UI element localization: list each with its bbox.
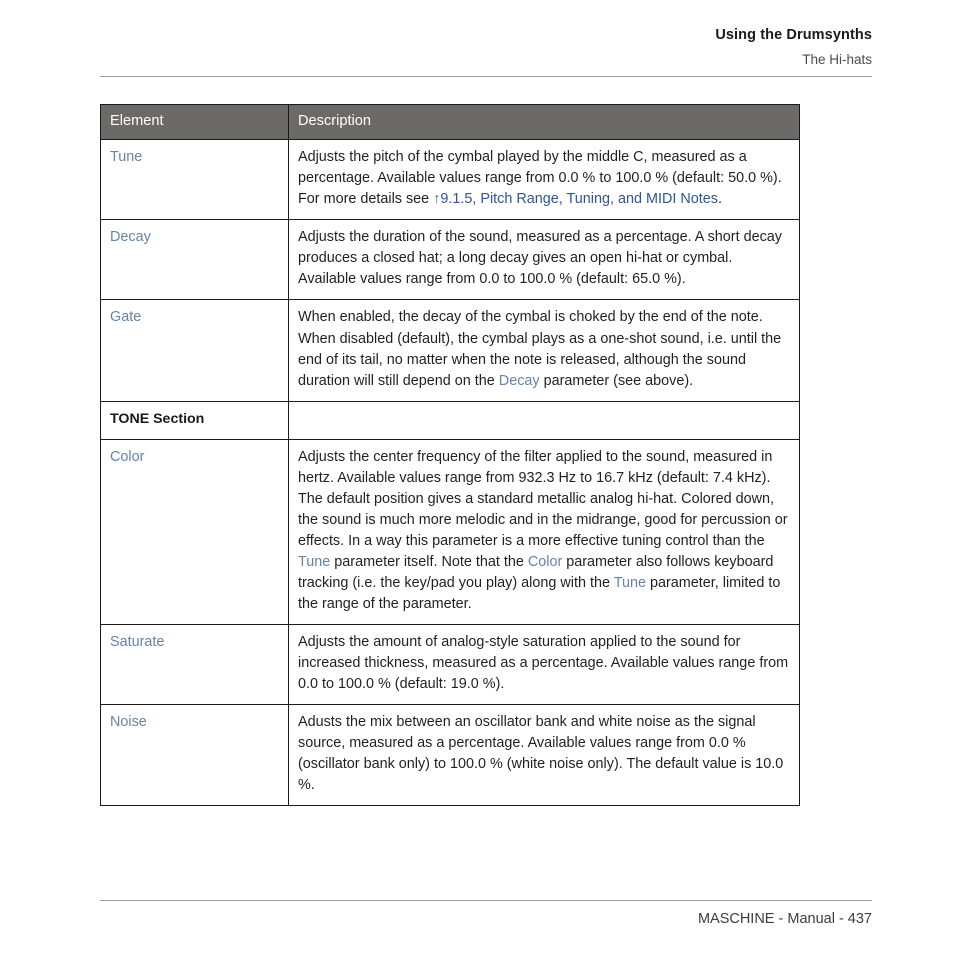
footer-divider — [100, 900, 872, 901]
section-title: The Hi-hats — [802, 52, 872, 68]
chapter-title: Using the Drumsynths — [715, 27, 872, 43]
table-row: Decay Adjusts the duration of the sound, … — [100, 219, 800, 301]
table-row: Color Adjusts the center frequency of the… — [100, 438, 800, 625]
cross-reference-link[interactable]: ↑9.1.5, Pitch Range, Tuning, and MIDI No… — [433, 191, 718, 207]
parameter-link[interactable]: Tune — [614, 575, 646, 591]
section-heading-cell: TONE Section — [100, 400, 289, 440]
element-name-cell[interactable]: Noise — [100, 703, 289, 807]
parameter-table: Element Description Tune Adjusts the pitc… — [100, 103, 800, 807]
running-head: Using the Drumsynths The Hi-hats — [100, 26, 872, 69]
footer-text: MASCHINE - Manual - 437 — [697, 911, 872, 927]
description-cell — [288, 400, 800, 440]
table-row: Saturate Adjusts the amount of analog-sty… — [100, 623, 800, 705]
element-name-cell[interactable]: Saturate — [100, 623, 289, 705]
parameter-link[interactable]: Decay — [499, 373, 540, 389]
table-body: Tune Adjusts the pitch of the cymbal play… — [100, 139, 800, 807]
column-header-element: Element — [100, 103, 289, 141]
table-row: Tune Adjusts the pitch of the cymbal play… — [100, 139, 800, 221]
element-name-cell[interactable]: Tune — [100, 139, 289, 221]
column-header-description: Description — [288, 103, 800, 141]
description-cell: Adusts the mix between an oscillator ban… — [288, 703, 800, 807]
parameter-link[interactable]: Color — [528, 554, 562, 570]
parameter-link[interactable]: Tune — [298, 554, 330, 570]
table-header-row: Element Description — [100, 103, 800, 141]
element-name-cell[interactable]: Decay — [100, 219, 289, 301]
description-cell: When enabled, the decay of the cymbal is… — [288, 299, 800, 402]
header-divider — [100, 76, 872, 77]
description-cell: Adjusts the pitch of the cymbal played b… — [288, 139, 800, 221]
element-name-cell[interactable]: Gate — [100, 299, 289, 402]
table-row: TONE Section — [100, 400, 800, 440]
element-name-cell[interactable]: Color — [100, 438, 289, 625]
document-page: Using the Drumsynths The Hi-hats Element… — [0, 0, 954, 954]
table-row: Gate When enabled, the decay of the cymba… — [100, 299, 800, 402]
table-header: Element Description — [100, 103, 800, 141]
description-cell: Adjusts the duration of the sound, measu… — [288, 219, 800, 301]
description-cell: Adjusts the amount of analog-style satur… — [288, 623, 800, 705]
table-row: Noise Adusts the mix between an oscillato… — [100, 703, 800, 807]
description-cell: Adjusts the center frequency of the filt… — [288, 438, 800, 625]
